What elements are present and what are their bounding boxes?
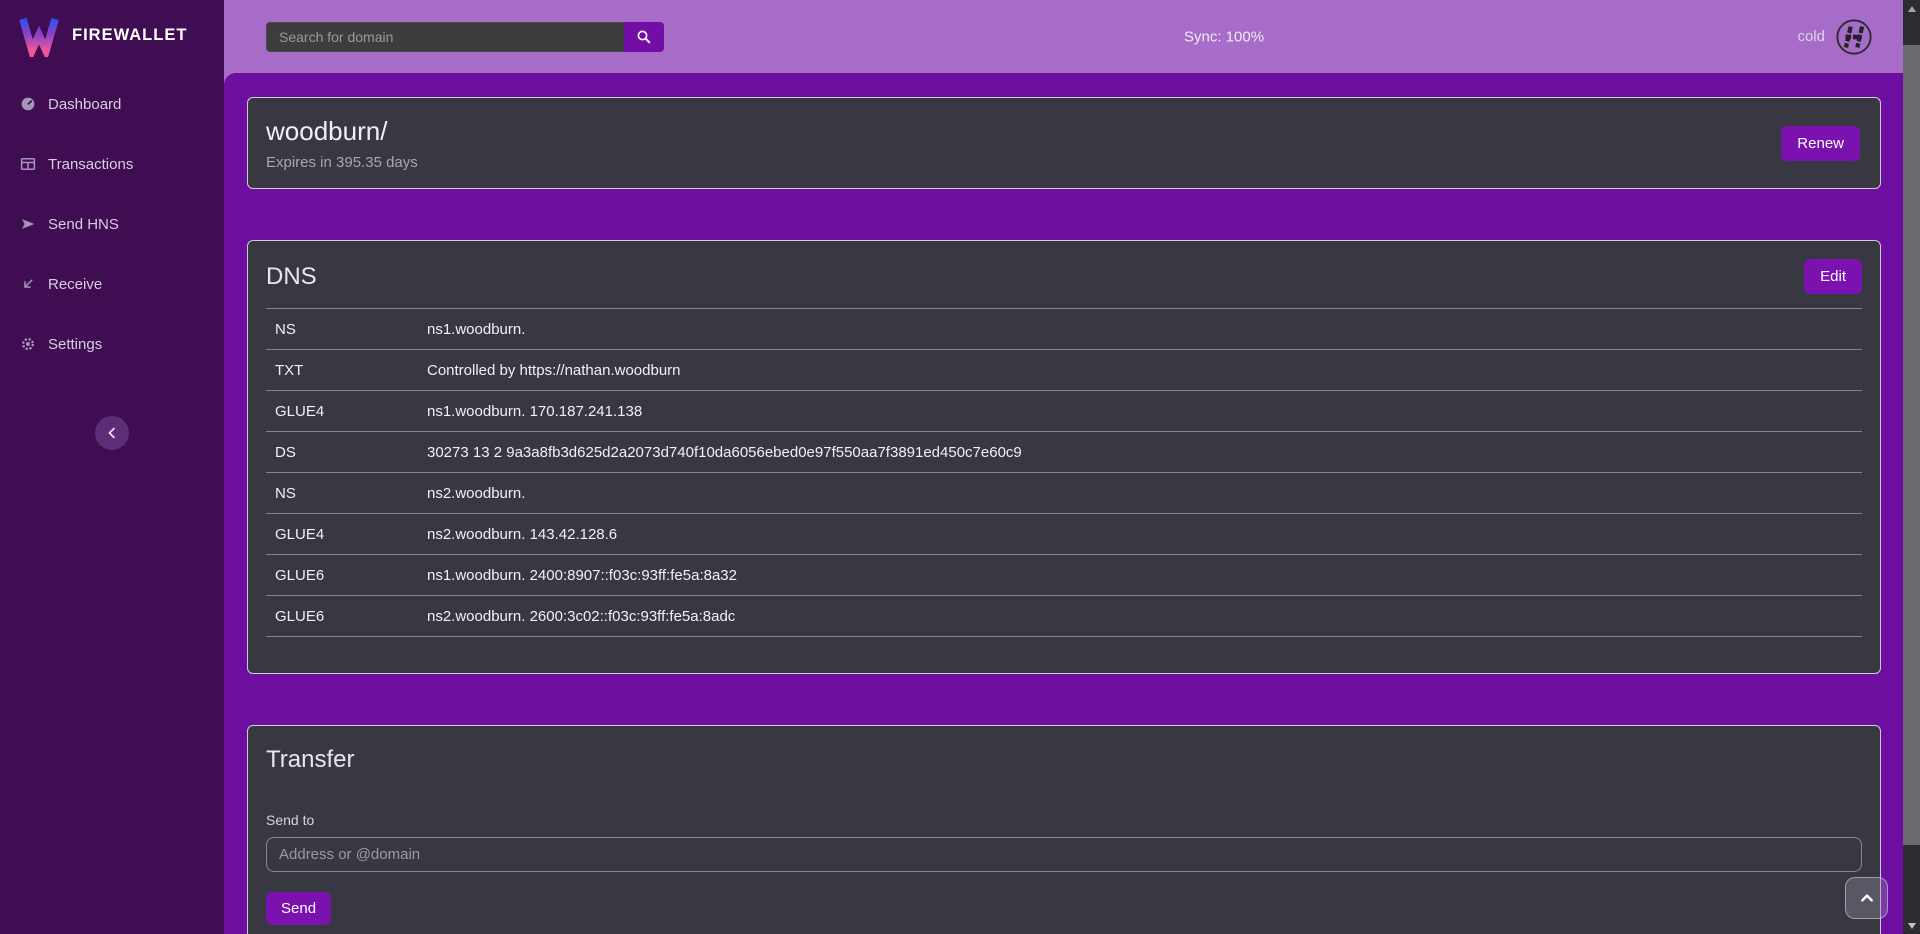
dns-card-header: DNS Edit bbox=[266, 259, 1862, 294]
dns-card: DNS Edit NS ns1.woodburn. TXT Controlled… bbox=[247, 240, 1881, 674]
dns-record-type: NS bbox=[275, 485, 427, 502]
dns-record-type: GLUE4 bbox=[275, 403, 427, 420]
dns-record-type: GLUE6 bbox=[275, 567, 427, 584]
domain-header-card: woodburn/ Expires in 395.35 days Renew bbox=[247, 97, 1881, 189]
dns-record-type: DS bbox=[275, 444, 427, 461]
sidebar: FIREWALLET Dashboard Transactions Send H… bbox=[0, 0, 224, 934]
gear-icon bbox=[18, 334, 38, 354]
send-to-label: Send to bbox=[266, 812, 1862, 828]
dns-record-row: TXT Controlled by https://nathan.woodbur… bbox=[266, 350, 1862, 391]
dns-record-row: NS ns2.woodburn. bbox=[266, 473, 1862, 514]
sidebar-item-settings[interactable]: Settings bbox=[0, 328, 224, 360]
sidebar-item-label: Dashboard bbox=[48, 96, 121, 113]
dns-record-type: GLUE4 bbox=[275, 526, 427, 543]
dns-record-row: GLUE4 ns1.woodburn. 170.187.241.138 bbox=[266, 391, 1862, 432]
dns-record-type: NS bbox=[275, 321, 427, 338]
content-area: woodburn/ Expires in 395.35 days Renew D… bbox=[224, 73, 1903, 934]
table-icon bbox=[18, 154, 38, 174]
domain-header-text: woodburn/ Expires in 395.35 days bbox=[266, 116, 418, 171]
main-pane: Sync: 100% cold woodburn/ Expires in 395… bbox=[224, 0, 1920, 934]
dns-record-value: ns2.woodburn. 143.42.128.6 bbox=[427, 526, 1862, 543]
chevron-left-icon bbox=[102, 423, 122, 443]
dns-record-value: ns1.woodburn. 2400:8907::f03c:93ff:fe5a:… bbox=[427, 567, 1862, 584]
dns-record-value: Controlled by https://nathan.woodburn bbox=[427, 362, 1862, 379]
scrollbar-up-arrow[interactable] bbox=[1903, 0, 1920, 17]
dns-record-value: ns1.woodburn. 170.187.241.138 bbox=[427, 403, 1862, 420]
sidebar-item-dashboard[interactable]: Dashboard bbox=[0, 88, 224, 120]
transfer-card: Transfer Send to Send bbox=[247, 725, 1881, 934]
search-input[interactable] bbox=[266, 22, 624, 52]
sidebar-item-label: Settings bbox=[48, 336, 102, 353]
scrollbar-thumb[interactable] bbox=[1903, 45, 1920, 845]
chevron-up-icon bbox=[1856, 887, 1878, 909]
scrollbar[interactable] bbox=[1903, 0, 1920, 934]
dns-record-type: GLUE6 bbox=[275, 608, 427, 625]
dns-title: DNS bbox=[266, 263, 317, 291]
sidebar-item-label: Receive bbox=[48, 276, 102, 293]
app-title: FIREWALLET bbox=[72, 26, 187, 45]
edit-dns-button[interactable]: Edit bbox=[1804, 259, 1862, 294]
domain-name: woodburn/ bbox=[266, 116, 418, 147]
dns-record-row: GLUE6 ns1.woodburn. 2400:8907::f03c:93ff… bbox=[266, 555, 1862, 596]
dns-record-row: DS 30273 13 2 9a3a8fb3d625d2a2073d740f10… bbox=[266, 432, 1862, 473]
search-icon bbox=[635, 28, 653, 46]
dns-record-value: 30273 13 2 9a3a8fb3d625d2a2073d740f10da6… bbox=[427, 444, 1862, 461]
dns-record-type: TXT bbox=[275, 362, 427, 379]
domain-search bbox=[266, 22, 664, 52]
wallet-cluster[interactable]: cold bbox=[1797, 18, 1873, 56]
dns-record-value: ns2.woodburn. bbox=[427, 485, 1862, 502]
dns-record-row: NS ns1.woodburn. bbox=[266, 309, 1862, 350]
gauge-icon bbox=[18, 94, 38, 114]
sidebar-item-transactions[interactable]: Transactions bbox=[0, 148, 224, 180]
dns-record-value: ns2.woodburn. 2600:3c02::f03c:93ff:fe5a:… bbox=[427, 608, 1862, 625]
domain-expiry: Expires in 395.35 days bbox=[266, 154, 418, 171]
scrollbar-down-arrow[interactable] bbox=[1903, 917, 1920, 934]
renew-button[interactable]: Renew bbox=[1781, 126, 1860, 161]
dns-records-table: NS ns1.woodburn. TXT Controlled by https… bbox=[266, 308, 1862, 637]
sidebar-collapse-button[interactable] bbox=[95, 416, 129, 450]
search-button[interactable] bbox=[624, 22, 664, 52]
wallet-name: cold bbox=[1797, 28, 1825, 45]
dns-record-value: ns1.woodburn. bbox=[427, 321, 1862, 338]
triangle-up-icon bbox=[1908, 6, 1916, 12]
app-logo: FIREWALLET bbox=[0, 0, 224, 66]
dns-record-row: GLUE4 ns2.woodburn. 143.42.128.6 bbox=[266, 514, 1862, 555]
transfer-address-input[interactable] bbox=[266, 837, 1862, 872]
sidebar-item-send-hns[interactable]: Send HNS bbox=[0, 208, 224, 240]
firewallet-w-icon bbox=[18, 13, 60, 57]
send-transfer-button[interactable]: Send bbox=[266, 892, 331, 925]
sidebar-item-label: Transactions bbox=[48, 156, 133, 173]
sidebar-nav: Dashboard Transactions Send HNS Receive … bbox=[0, 88, 224, 388]
sidebar-item-receive[interactable]: Receive bbox=[0, 268, 224, 300]
triangle-down-icon bbox=[1908, 923, 1916, 929]
scroll-to-top-button[interactable] bbox=[1845, 877, 1888, 919]
transfer-title: Transfer bbox=[266, 746, 1862, 774]
send-icon bbox=[18, 214, 38, 234]
topbar: Sync: 100% cold bbox=[224, 0, 1903, 73]
receive-icon bbox=[18, 274, 38, 294]
sidebar-item-label: Send HNS bbox=[48, 216, 119, 233]
handshake-icon bbox=[1835, 18, 1873, 56]
sync-status: Sync: 100% bbox=[1184, 28, 1264, 45]
dns-record-row: GLUE6 ns2.woodburn. 2600:3c02::f03c:93ff… bbox=[266, 596, 1862, 637]
